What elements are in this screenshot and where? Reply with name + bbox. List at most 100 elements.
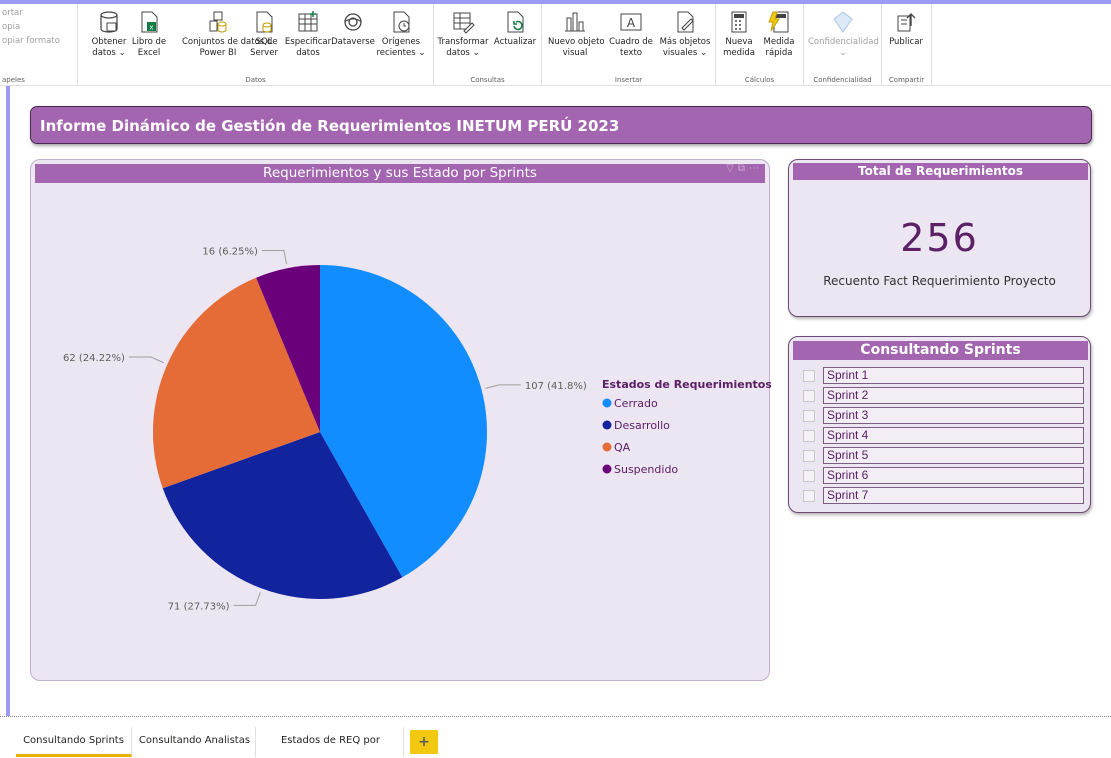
visual-header-tools: ▽⧉⋯: [726, 163, 763, 174]
publish-icon: [894, 10, 918, 34]
cut-button[interactable]: ortar: [2, 8, 23, 18]
total-card-value: 256: [900, 216, 979, 260]
text-box-button[interactable]: A Cuadro de texto: [604, 10, 658, 59]
pie-data-label: 16 (6.25%): [202, 247, 258, 258]
legend-item-cerrado[interactable]: Cerrado: [614, 397, 658, 410]
excel-workbook-button[interactable]: x Libro de Excel: [122, 10, 176, 59]
slicer-item-sprint-3[interactable]: Sprint 3: [803, 407, 1085, 425]
quick-measure-button[interactable]: Medida rápida: [756, 10, 802, 59]
pie-chart-visual[interactable]: 107 (41.8%) 71 (27.73%) 62 (24.22%) 16 (6.2…: [30, 159, 771, 681]
legend-item-suspendido[interactable]: Suspendido: [614, 463, 678, 476]
new-visual-icon: [563, 10, 587, 34]
sql-server-icon: [252, 10, 276, 34]
ribbon-group-calculos: Nueva medida Medida rápida Cálculos: [716, 4, 804, 86]
dataverse-icon: [341, 10, 365, 34]
legend-marker[interactable]: [602, 398, 612, 408]
slicer-checkbox[interactable]: [803, 410, 815, 422]
ribbon-group-label: Datos: [245, 76, 266, 84]
dataset-icon: [206, 10, 230, 34]
ribbon-group-consultas: Transformar datos ⌄ Actualizar Consultas: [434, 4, 542, 86]
tab-estados-req-analistas[interactable]: Estados de REQ por Analistas: [258, 727, 404, 757]
slicer-title: Consultando Sprints: [793, 341, 1088, 360]
recent-sources-button[interactable]: Orígenes recientes ⌄: [374, 10, 428, 59]
pie-leader-line: [485, 384, 521, 389]
table-icon: [296, 10, 320, 34]
transform-icon: [451, 10, 475, 34]
slicer-item-sprint-1[interactable]: Sprint 1: [803, 367, 1085, 385]
sensitivity-button[interactable]: Confidencialidad ⌄: [808, 10, 879, 59]
legend-marker[interactable]: [602, 420, 612, 430]
copy-button[interactable]: opia: [2, 22, 20, 32]
ribbon-group-confidencialidad: Confidencialidad ⌄ Confidencialidad: [804, 4, 882, 86]
slicer-item-sprint-4[interactable]: Sprint 4: [803, 427, 1085, 445]
ribbon-group-label: Consultas: [470, 76, 505, 84]
dataverse-button[interactable]: Dataverse: [328, 10, 378, 48]
svg-text:x: x: [149, 24, 153, 32]
slicer-checkbox[interactable]: [803, 450, 815, 462]
enter-data-button[interactable]: Especificar datos: [282, 10, 334, 59]
slicer-item-sprint-2[interactable]: Sprint 2: [803, 387, 1085, 405]
focus-mode-icon[interactable]: ⧉: [738, 163, 749, 174]
add-page-button[interactable]: +: [410, 730, 438, 754]
slicer-checkbox[interactable]: [803, 470, 815, 482]
ribbon-group-insertar: Nuevo objeto visual A Cuadro de texto Má…: [542, 4, 716, 86]
more-visuals-icon: [673, 10, 697, 34]
legend-marker[interactable]: [602, 464, 612, 474]
recent-sources-icon: [389, 10, 413, 34]
pie-leader-line: [233, 592, 261, 606]
filter-icon[interactable]: ▽: [726, 163, 738, 174]
refresh-button[interactable]: Actualizar: [488, 10, 542, 48]
slicer-checkbox[interactable]: [803, 390, 815, 402]
tab-consultando-sprints[interactable]: Consultando Sprints: [16, 727, 132, 757]
slicer-checkbox[interactable]: [803, 490, 815, 502]
tab-consultando-analistas[interactable]: Consultando Analistas: [134, 727, 256, 757]
calculator-icon: [727, 10, 751, 34]
more-visuals-button[interactable]: Más objetos visuales ⌄: [658, 10, 712, 59]
ribbon-group-label: Confidencialidad: [813, 76, 872, 84]
slicer-item-sprint-5[interactable]: Sprint 5: [803, 447, 1085, 465]
pie-data-label: 71 (27.73%): [168, 601, 230, 612]
transform-data-button[interactable]: Transformar datos ⌄: [436, 10, 490, 59]
ribbon-group-compartir: Publicar Compartir: [882, 4, 932, 86]
pie-leader-line: [128, 356, 164, 364]
publish-button[interactable]: Publicar: [882, 10, 930, 48]
quick-measure-icon: [767, 10, 791, 34]
pie-chart: 107 (41.8%) 71 (27.73%) 62 (24.22%) 16 (6.2…: [63, 247, 771, 613]
ribbon-group-label: Insertar: [614, 76, 643, 84]
legend-marker[interactable]: [602, 442, 612, 452]
database-icon: [97, 10, 121, 34]
ribbon-group-clipboard: ortar opia opiar formato apeles: [0, 4, 78, 86]
textbox-icon: A: [619, 10, 643, 34]
excel-icon: x: [137, 10, 161, 34]
slicer-item-sprint-7[interactable]: Sprint 7: [803, 487, 1085, 505]
new-visual-button[interactable]: Nuevo objeto visual: [548, 10, 605, 59]
report-title: Informe Dinámico de Gestión de Requerimi…: [30, 106, 1092, 144]
ribbon: ortar opia opiar formato apeles Obtener …: [0, 4, 1111, 86]
slicer-checkbox[interactable]: [803, 430, 815, 442]
sensitivity-icon: [831, 10, 855, 34]
ribbon-group-label: Cálculos: [744, 76, 775, 84]
pie-chart-title: Requerimientos y sus Estado por Sprints: [35, 164, 765, 183]
slicer-checkbox[interactable]: [803, 370, 815, 382]
ribbon-group-datos: Obtener datos ⌄ x Libro de Excel Conjunt…: [78, 4, 434, 86]
total-card-caption: Recuento Fact Requerimiento Proyecto: [823, 274, 1056, 288]
pie-data-label: 107 (41.8%): [525, 381, 587, 392]
slicer-item-sprint-6[interactable]: Sprint 6: [803, 467, 1085, 485]
ribbon-group-label: Compartir: [888, 76, 925, 84]
pie-leader-line: [261, 250, 288, 265]
page-tabs-bar: Consultando Sprints Consultando Analista…: [0, 716, 1111, 758]
more-options-icon[interactable]: ⋯: [749, 163, 763, 174]
refresh-icon: [503, 10, 527, 34]
total-card-title: Total de Requerimientos: [793, 163, 1088, 180]
svg-text:A: A: [627, 16, 636, 30]
ribbon-group-label: apeles: [2, 76, 25, 84]
sprint-slicer[interactable]: Consultando Sprints Sprint 1 Sprint 2 Sp…: [788, 336, 1091, 513]
total-requirements-card[interactable]: Total de Requerimientos 256 Recuento Fac…: [788, 159, 1091, 317]
format-painter-button[interactable]: opiar formato: [2, 36, 60, 46]
pie-data-label: 62 (24.22%): [63, 353, 125, 364]
legend-item-desarrollo[interactable]: Desarrollo: [614, 419, 670, 432]
sql-server-button[interactable]: SQL Server: [244, 10, 284, 59]
legend-item-qa[interactable]: QA: [614, 441, 631, 454]
report-canvas: Informe Dinámico de Gestión de Requerimi…: [10, 86, 1111, 716]
legend-title: Estados de Requerimientos: [602, 378, 771, 391]
